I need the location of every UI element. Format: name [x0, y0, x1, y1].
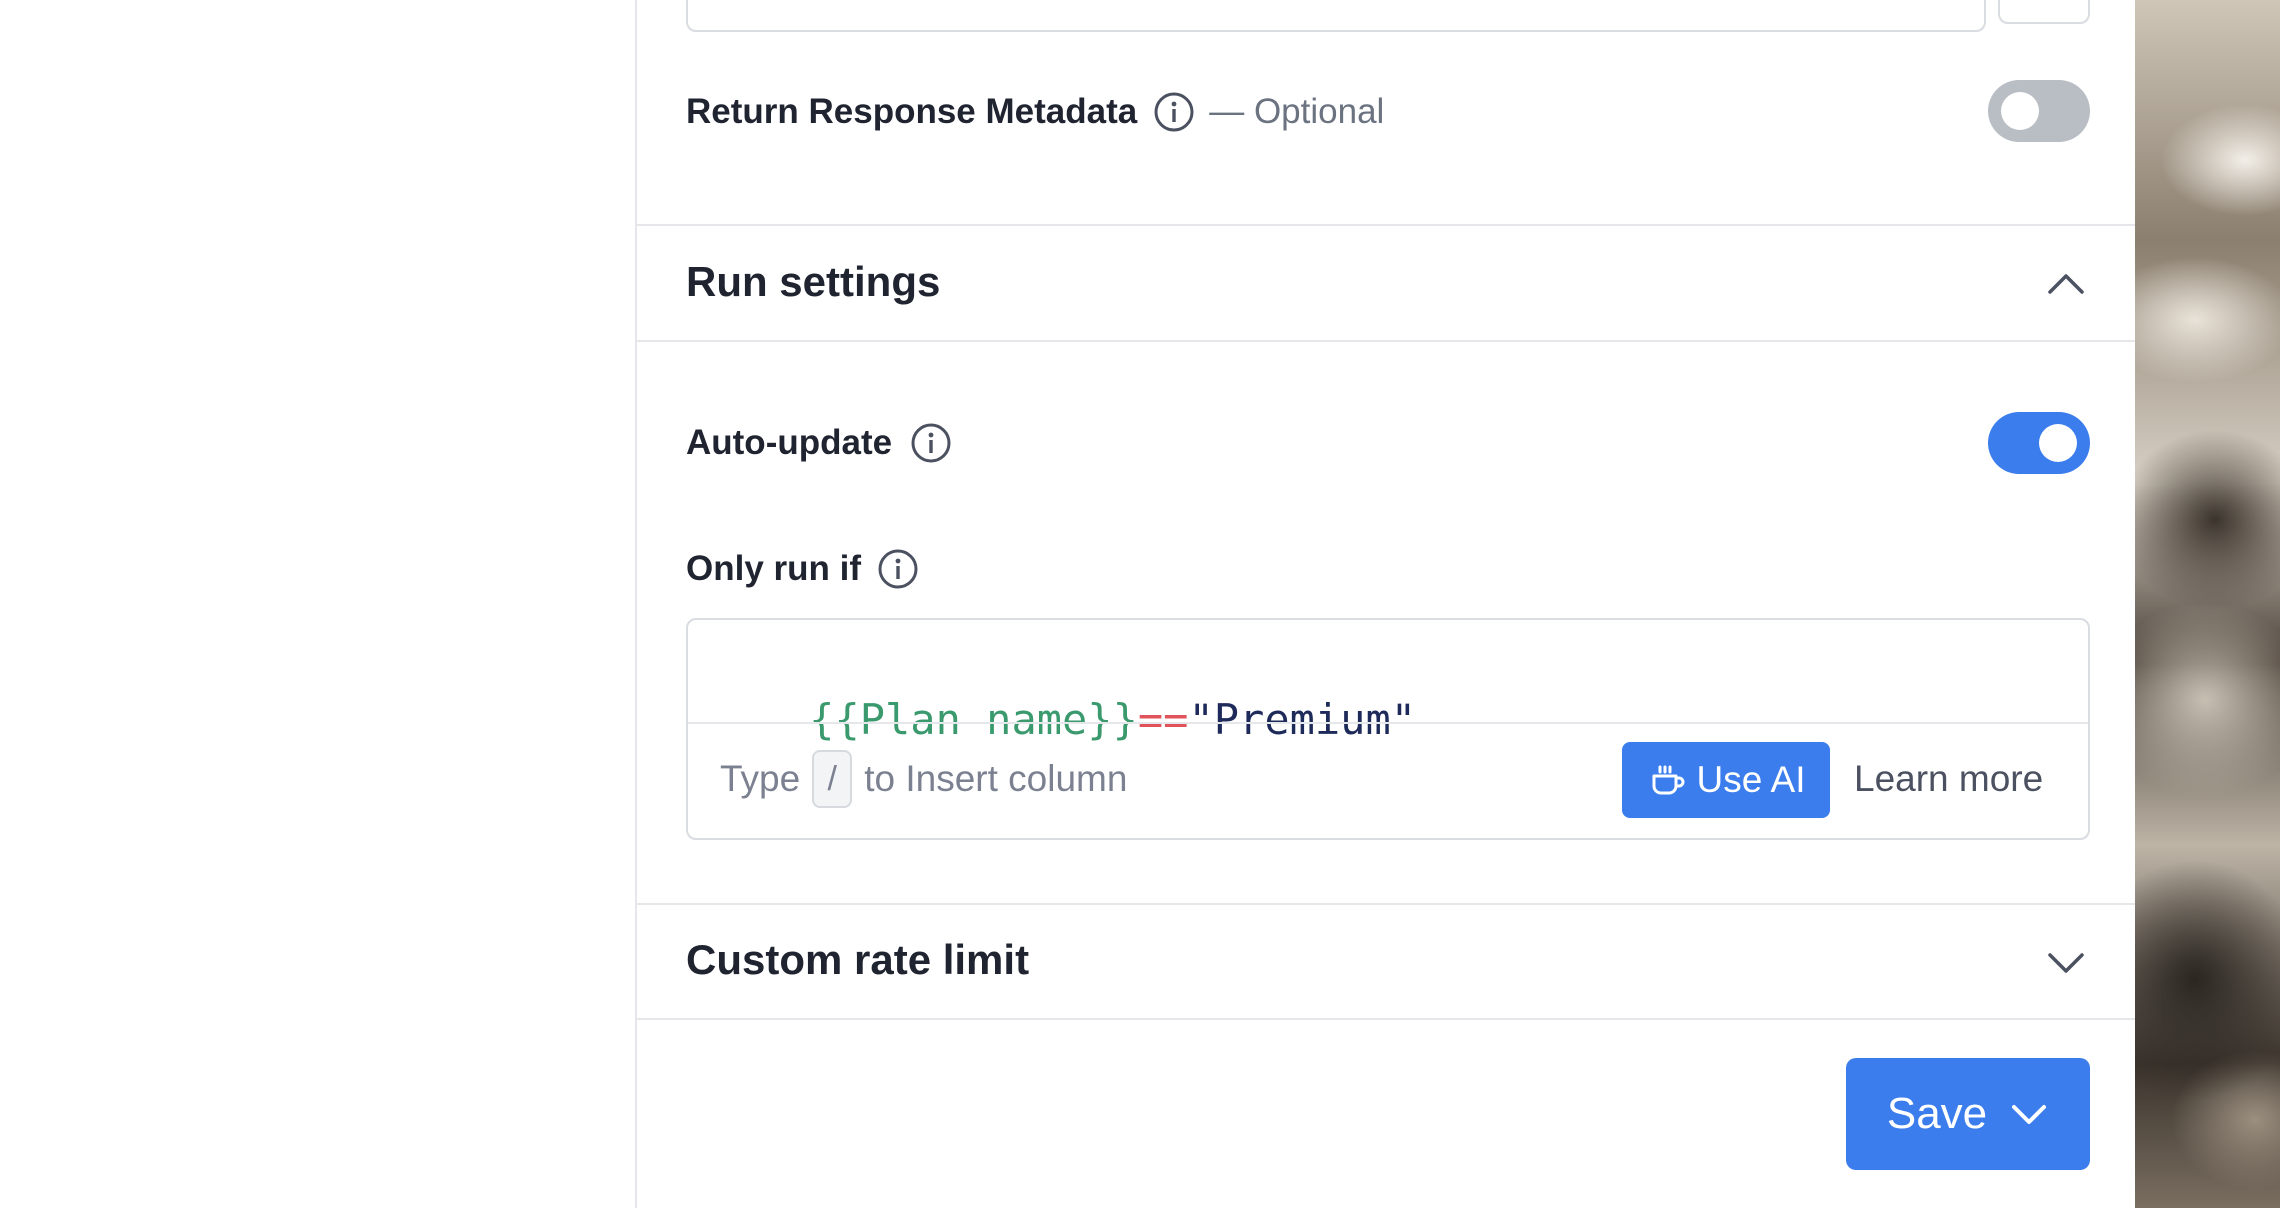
- chevron-down-icon[interactable]: [2009, 1094, 2049, 1134]
- divider: [637, 1018, 2135, 1020]
- auto-update-label: Auto-update: [686, 423, 893, 462]
- previous-field-button[interactable]: [1998, 0, 2090, 24]
- expression-value: "Premium": [1188, 695, 1417, 744]
- expression-variable: {{Plan name}}: [809, 695, 1138, 744]
- auto-update-row: Auto-update: [686, 419, 952, 467]
- hint-suffix: to Insert column: [864, 758, 1128, 799]
- divider: [637, 340, 2135, 342]
- hint-prefix: Type: [720, 758, 801, 799]
- only-run-if-row: Only run if: [686, 545, 919, 593]
- previous-field-input[interactable]: [686, 0, 1986, 32]
- divider: [637, 903, 2135, 905]
- divider: [637, 224, 2135, 226]
- auto-update-toggle[interactable]: [1988, 412, 2090, 474]
- condition-editor[interactable]: {{Plan name}}=="Premium" Type / to Inser…: [686, 618, 2090, 840]
- run-settings-title[interactable]: Run settings: [686, 258, 940, 306]
- toggle-knob: [2039, 424, 2077, 462]
- left-blank-area: [0, 0, 635, 1208]
- info-circle-icon[interactable]: [877, 548, 919, 590]
- info-circle-icon[interactable]: [910, 422, 952, 464]
- editor-divider: [688, 722, 2088, 724]
- expression-operator: ==: [1137, 695, 1189, 744]
- use-ai-button[interactable]: Use AI: [1622, 742, 1830, 818]
- info-circle-icon[interactable]: [1153, 91, 1195, 133]
- custom-rate-limit-title[interactable]: Custom rate limit: [686, 936, 1029, 984]
- metadata-toggle[interactable]: [1988, 80, 2090, 142]
- background-photo: [2135, 0, 2280, 1208]
- learn-more-link[interactable]: Learn more: [1854, 758, 2043, 800]
- chevron-up-icon[interactable]: [2044, 262, 2088, 306]
- toggle-knob: [2001, 92, 2039, 130]
- metadata-label: Return Response Metadata: [686, 92, 1138, 131]
- use-ai-label: Use AI: [1696, 759, 1806, 800]
- settings-panel: [635, 0, 2135, 1208]
- chevron-down-icon[interactable]: [2044, 941, 2088, 985]
- save-label: Save: [1886, 1089, 1988, 1138]
- insert-column-hint: Type / to Insert column: [720, 750, 1127, 808]
- coffee-cup-icon: [1647, 760, 1687, 800]
- save-button[interactable]: Save: [1846, 1058, 2090, 1170]
- only-run-if-label: Only run if: [686, 549, 861, 588]
- optional-label: — Optional: [1209, 92, 1385, 131]
- slash-key: /: [812, 750, 853, 808]
- metadata-row: Return Response Metadata — Optional: [686, 88, 1384, 136]
